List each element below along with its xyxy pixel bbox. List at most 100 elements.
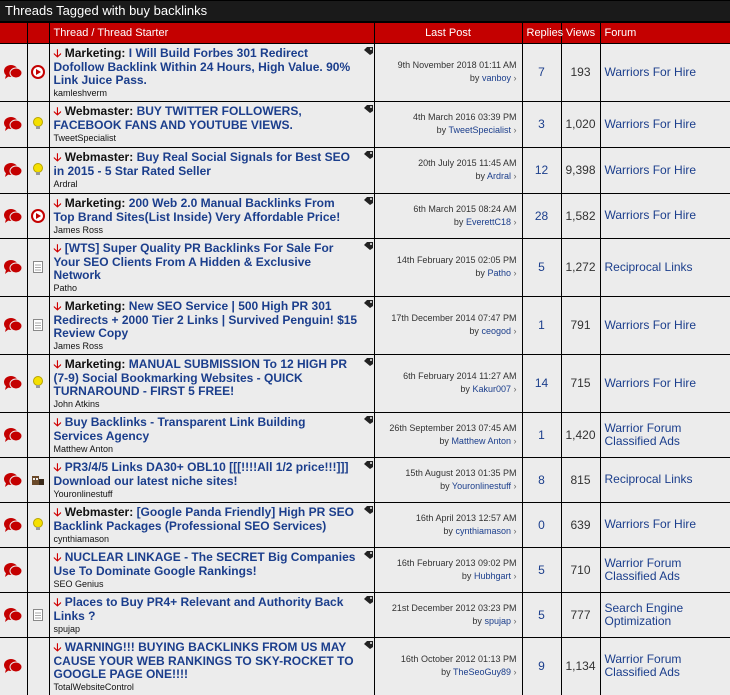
thread-title-link[interactable]: [WTS] Super Quality PR Backlinks For Sal…	[54, 241, 334, 282]
thread-starter-link[interactable]: TweetSpecialist	[54, 133, 370, 144]
forum-link[interactable]: Warrior Forum Classified Ads	[605, 556, 682, 583]
tag-icon[interactable]	[363, 196, 373, 205]
tag-icon[interactable]	[363, 241, 373, 250]
down-arrow-icon[interactable]: 🡣	[54, 642, 62, 654]
forum-link[interactable]: Reciprocal Links	[605, 472, 693, 486]
thread-starter-link[interactable]: Matthew Anton	[54, 444, 370, 455]
thread-title-link[interactable]: PR3/4/5 Links DA30+ OBL10 [[[!!!!All 1/2…	[54, 460, 349, 488]
thread-starter-link[interactable]: SEO Genius	[54, 579, 370, 590]
tag-icon[interactable]	[363, 505, 373, 514]
down-arrow-icon[interactable]: 🡣	[54, 106, 62, 118]
last-poster-link[interactable]: spujap	[484, 616, 511, 626]
replies-count[interactable]: 28	[521, 192, 561, 238]
header-replies[interactable]: Replies	[521, 23, 563, 43]
forum-link[interactable]: Warriors For Hire	[605, 318, 697, 332]
last-poster-link[interactable]: TheSeoGuy89	[453, 667, 511, 677]
go-to-last-post-icon[interactable]: ›	[514, 481, 517, 491]
thread-title-link[interactable]: NUCLEAR LINKAGE - The SECRET Big Compani…	[54, 550, 356, 578]
thread-starter-link[interactable]: James Ross	[54, 225, 370, 236]
down-arrow-icon[interactable]: 🡣	[54, 552, 62, 564]
tag-icon[interactable]	[363, 595, 373, 604]
down-arrow-icon[interactable]: 🡣	[54, 417, 62, 429]
last-poster-link[interactable]: Matthew Anton	[451, 436, 511, 446]
thread-starter-link[interactable]: kamleshverm	[54, 88, 370, 99]
forum-link[interactable]: Reciprocal Links	[605, 260, 693, 274]
tag-icon[interactable]	[363, 357, 373, 366]
last-poster-link[interactable]: Hubhgart	[474, 571, 511, 581]
thread-starter-link[interactable]: Ardral	[54, 179, 370, 190]
go-to-last-post-icon[interactable]: ›	[514, 171, 517, 181]
forum-link[interactable]: Warriors For Hire	[605, 117, 697, 131]
go-to-last-post-icon[interactable]: ›	[514, 384, 517, 394]
tag-icon[interactable]	[363, 415, 373, 424]
tag-icon[interactable]	[363, 151, 373, 159]
replies-count[interactable]: 1	[521, 411, 561, 457]
go-to-last-post-icon[interactable]: ›	[514, 73, 517, 83]
replies-count[interactable]: 5	[521, 591, 561, 637]
replies-count[interactable]: 7	[521, 42, 561, 101]
last-poster-link[interactable]: vanboy	[482, 73, 511, 83]
thread-starter-link[interactable]: Patho	[54, 283, 370, 294]
forum-link[interactable]: Warrior Forum Classified Ads	[605, 652, 682, 679]
replies-count[interactable]: 8	[521, 456, 561, 502]
go-to-last-post-icon[interactable]: ›	[514, 667, 517, 677]
thread-starter-link[interactable]: TotalWebsiteControl	[54, 682, 370, 693]
tag-icon[interactable]	[363, 46, 373, 55]
thread-starter-link[interactable]: cynthiamason	[54, 534, 370, 545]
tag-icon[interactable]	[363, 299, 373, 308]
replies-count[interactable]: 14	[521, 353, 561, 412]
header-thread-starter[interactable]: Thread / Thread Starter	[48, 23, 374, 43]
go-to-last-post-icon[interactable]: ›	[514, 436, 517, 446]
go-to-last-post-icon[interactable]: ›	[514, 268, 517, 278]
go-to-last-post-icon[interactable]: ›	[514, 571, 517, 581]
tag-icon[interactable]	[363, 460, 373, 469]
last-poster-link[interactable]: Youronlinestuff	[452, 481, 511, 491]
header-forum[interactable]: Forum	[599, 23, 730, 43]
down-arrow-icon[interactable]: 🡣	[54, 243, 62, 255]
replies-count[interactable]: 1	[521, 295, 561, 354]
tag-icon[interactable]	[363, 550, 373, 559]
replies-count[interactable]: 0	[521, 501, 561, 547]
thread-title-link[interactable]: WARNING!!! BUYING BACKLINKS FROM US MAY …	[54, 640, 354, 681]
down-arrow-icon[interactable]: 🡣	[54, 462, 62, 474]
header-last-post[interactable]: Last Post	[373, 23, 522, 43]
go-to-last-post-icon[interactable]: ›	[514, 217, 517, 227]
last-poster-link[interactable]: ceogod	[481, 326, 511, 336]
forum-link[interactable]: Warriors For Hire	[605, 376, 697, 390]
forum-link[interactable]: Warriors For Hire	[605, 208, 697, 222]
forum-link[interactable]: Warriors For Hire	[605, 65, 697, 79]
replies-count[interactable]: 3	[521, 100, 561, 147]
last-poster-link[interactable]: Ardral	[487, 171, 511, 181]
replies-count[interactable]: 9	[521, 636, 561, 695]
down-arrow-icon[interactable]: 🡣	[54, 359, 62, 371]
go-to-last-post-icon[interactable]: ›	[514, 125, 517, 135]
replies-count[interactable]: 12	[521, 146, 561, 193]
down-arrow-icon[interactable]: 🡣	[54, 301, 62, 313]
down-arrow-icon[interactable]: 🡣	[54, 507, 62, 519]
replies-count[interactable]: 5	[521, 237, 561, 296]
go-to-last-post-icon[interactable]: ›	[514, 526, 517, 536]
last-poster-link[interactable]: Kakur007	[472, 384, 511, 394]
header-views[interactable]: Views	[560, 23, 600, 43]
thread-title-link[interactable]: Places to Buy PR4+ Relevant and Authorit…	[54, 595, 344, 623]
down-arrow-icon[interactable]: 🡣	[54, 198, 62, 210]
thread-starter-link[interactable]: John Atkins	[54, 399, 370, 410]
go-to-last-post-icon[interactable]: ›	[514, 616, 517, 626]
replies-count[interactable]: 5	[521, 546, 561, 592]
tag-icon[interactable]	[363, 640, 373, 649]
forum-link[interactable]: Warriors For Hire	[605, 517, 697, 531]
last-poster-link[interactable]: EverettC18	[466, 217, 511, 227]
tag-icon[interactable]	[363, 105, 373, 113]
forum-link[interactable]: Warriors For Hire	[605, 163, 697, 177]
forum-link[interactable]: Warrior Forum Classified Ads	[605, 421, 682, 448]
go-to-last-post-icon[interactable]: ›	[514, 326, 517, 336]
last-poster-link[interactable]: cynthiamason	[455, 526, 511, 536]
down-arrow-icon[interactable]: 🡣	[54, 597, 62, 609]
last-poster-link[interactable]: Patho	[487, 268, 511, 278]
thread-starter-link[interactable]: Youronlinestuff	[54, 489, 370, 500]
down-arrow-icon[interactable]: 🡣	[54, 48, 62, 60]
thread-title-link[interactable]: Buy Backlinks - Transparent Link Buildin…	[54, 415, 306, 443]
down-arrow-icon[interactable]: 🡣	[54, 152, 62, 164]
thread-starter-link[interactable]: spujap	[54, 624, 370, 635]
last-poster-link[interactable]: TweetSpecialist	[448, 125, 511, 135]
